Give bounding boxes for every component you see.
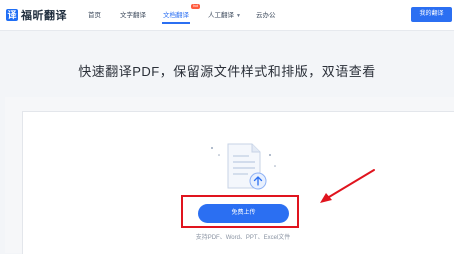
nav-document-translate[interactable]: 文档翻译 (162, 9, 190, 24)
highlight-annotation-box (181, 195, 299, 228)
document-fold (251, 144, 260, 153)
logo-text: 福昕翻译 (21, 10, 67, 22)
logo[interactable]: 译 福昕翻译 (6, 8, 67, 22)
supported-formats-text: 支持PDF、Word、PPT、Excel文件 (195, 235, 291, 241)
chevron-down-icon: ▼ (236, 13, 241, 19)
page-headline: 快速翻译PDF，保留源文件样式和排版，双语查看 (78, 64, 376, 79)
logo-icon: 译 (6, 9, 18, 21)
document-upload-icon (211, 143, 276, 190)
sparkle-dot (274, 165, 276, 167)
nav-human-translate[interactable]: 人工翻译 ▼ (208, 9, 241, 19)
sparkle-dot (269, 154, 271, 156)
nav-cloud-office[interactable]: 云办公 (256, 9, 276, 19)
sparkle-dot (211, 147, 213, 149)
my-translations-button[interactable]: 我的翻译 (411, 7, 452, 22)
arrow-head (320, 193, 332, 203)
nav-text-translate[interactable]: 文字翻译 (120, 9, 146, 19)
nav-home[interactable]: 首页 (88, 9, 101, 19)
top-navigation-bar: 译 福昕翻译 首页 文字翻译 文档翻译 hot 人工翻译 ▼ 云办公 我的翻译 (0, 0, 454, 31)
nav-human-translate-label: 人工翻译 (208, 12, 234, 19)
hot-badge: hot (191, 4, 200, 9)
active-tab-underline (162, 22, 190, 24)
nav-document-translate-label: 文档翻译 (163, 12, 189, 19)
arrow-shaft (323, 169, 375, 201)
red-pointer-arrow-icon (320, 169, 375, 203)
sparkle-dot (218, 154, 220, 156)
